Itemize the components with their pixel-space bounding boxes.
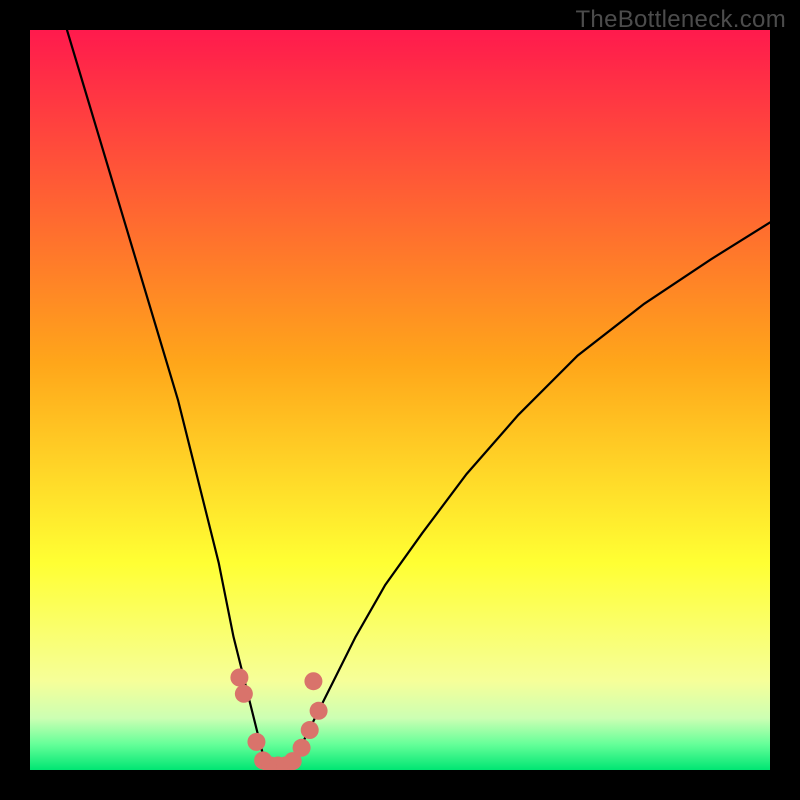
data-marker [310,702,328,720]
data-marker [235,685,253,703]
data-marker [247,733,265,751]
data-marker [304,672,322,690]
data-marker [301,721,319,739]
chart-svg [30,30,770,770]
plot-area [30,30,770,770]
chart-frame: TheBottleneck.com [0,0,800,800]
gradient-background [30,30,770,770]
data-marker [293,739,311,757]
data-marker [230,669,248,687]
